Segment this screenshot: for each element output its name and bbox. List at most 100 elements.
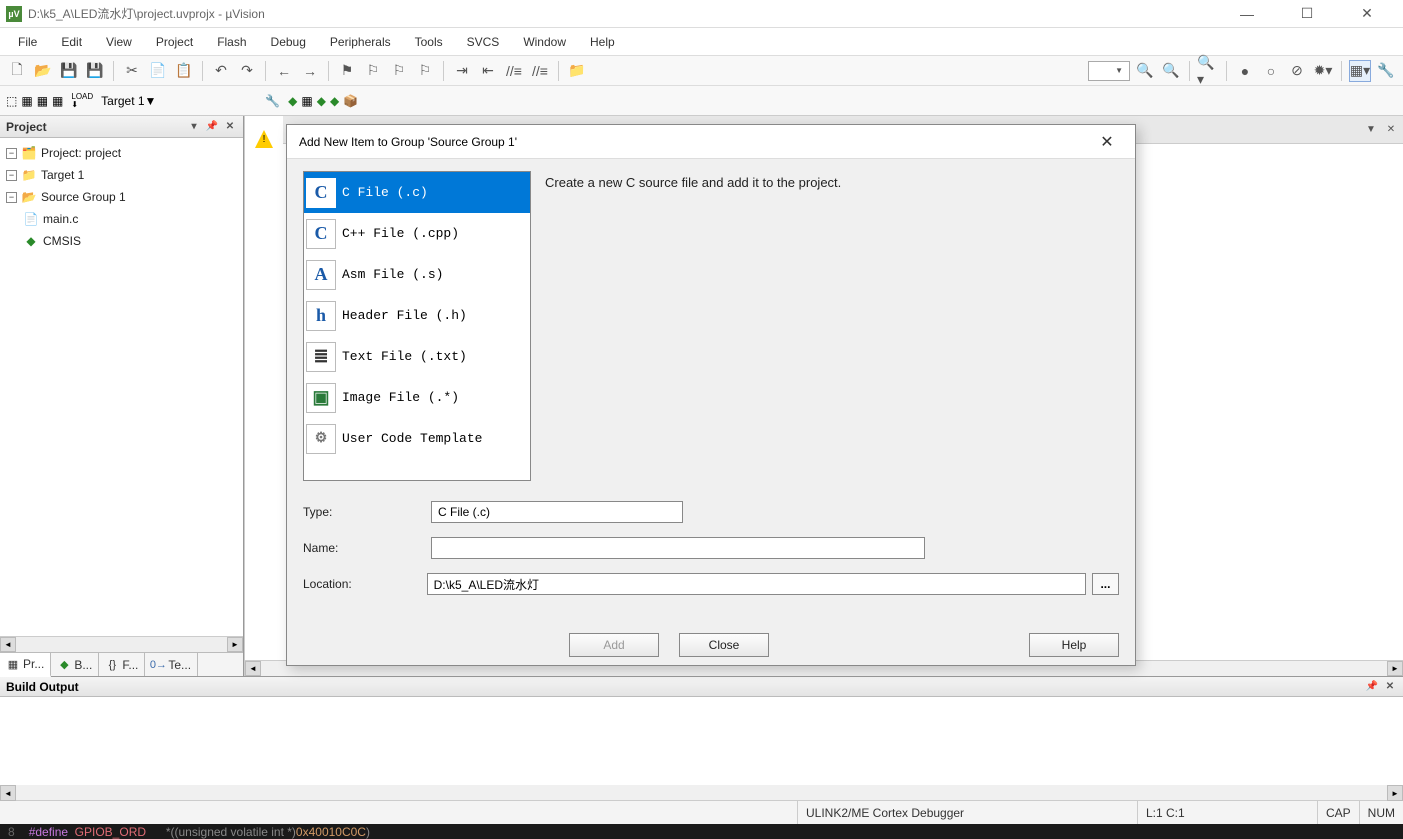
add-button[interactable]: Add <box>569 633 659 657</box>
name-input[interactable] <box>431 537 925 559</box>
breakpoint-kill-icon[interactable]: ✹▾ <box>1312 60 1334 82</box>
incremental-find-icon[interactable]: 🔍 <box>1160 60 1182 82</box>
tree-cmsis[interactable]: ◆ CMSIS <box>2 230 241 252</box>
nav-back-icon[interactable]: ← <box>273 60 295 82</box>
expand-icon[interactable]: − <box>6 192 17 203</box>
outdent-icon[interactable]: ⇤ <box>477 60 499 82</box>
bookmark-flag-icon[interactable]: ⚑ <box>336 60 358 82</box>
save-icon[interactable]: 💾 <box>58 60 80 82</box>
dialog-close-icon[interactable]: ✕ <box>1091 132 1123 152</box>
type-text-file[interactable]: ≣ Text File (.txt) <box>304 336 530 377</box>
panel-dropdown-icon[interactable]: ▾ <box>187 120 201 134</box>
nav-forward-icon[interactable]: → <box>299 60 321 82</box>
manage-rte-icon5[interactable]: 📦 <box>343 94 358 108</box>
close-button[interactable]: ✕ <box>1347 2 1387 26</box>
find-icon[interactable]: 🔍 <box>1134 60 1156 82</box>
indent-icon[interactable]: ⇥ <box>451 60 473 82</box>
scroll-right-icon[interactable]: ► <box>1387 785 1403 801</box>
configure-icon[interactable]: 🔧 <box>1375 60 1397 82</box>
location-input[interactable] <box>427 573 1086 595</box>
tree-target[interactable]: − 📁 Target 1 <box>2 164 241 186</box>
redo-icon[interactable]: ↷ <box>236 60 258 82</box>
type-image-file[interactable]: ▣ Image File (.*) <box>304 377 530 418</box>
uncomment-icon[interactable]: //≡ <box>529 60 551 82</box>
find-in-files-icon[interactable]: 📁 <box>566 60 588 82</box>
breakpoint-disable-icon[interactable]: ⊘ <box>1286 60 1308 82</box>
debug-config-icon[interactable]: 🔍▾ <box>1197 60 1219 82</box>
tree-file-main[interactable]: 📄 main.c <box>2 208 241 230</box>
scroll-left-icon[interactable]: ◄ <box>0 637 16 652</box>
breakpoint-enable-icon[interactable]: ○ <box>1260 60 1282 82</box>
tab-functions[interactable]: {}F... <box>99 653 145 676</box>
manage-rte-icon3[interactable]: ◆ <box>317 94 326 108</box>
menu-window[interactable]: Window <box>513 31 576 53</box>
bookmark-next-icon[interactable]: ⚐ <box>388 60 410 82</box>
expand-icon[interactable]: − <box>6 170 17 181</box>
editor-close-icon[interactable]: ✕ <box>1383 122 1399 138</box>
menu-tools[interactable]: Tools <box>405 31 453 53</box>
tree-hscroll[interactable]: ◄ ► <box>0 636 243 652</box>
browse-button[interactable]: ... <box>1092 573 1119 595</box>
breakpoint-insert-icon[interactable]: ● <box>1234 60 1256 82</box>
panel-pin-icon[interactable]: 📌 <box>205 120 219 134</box>
bookmark-clear-icon[interactable]: ⚐ <box>414 60 436 82</box>
type-c-file[interactable]: C C File (.c) <box>304 172 530 213</box>
paste-icon[interactable]: 📋 <box>173 60 195 82</box>
menu-help[interactable]: Help <box>580 31 625 53</box>
menu-file[interactable]: File <box>8 31 47 53</box>
download-icon[interactable]: LOAD⬇ <box>71 93 93 109</box>
help-button[interactable]: Help <box>1029 633 1119 657</box>
build-icon[interactable]: ▦ <box>21 94 32 108</box>
build-output-body[interactable] <box>0 697 1403 785</box>
panel-close-icon[interactable]: ✕ <box>1383 680 1397 694</box>
expand-icon[interactable]: − <box>6 148 17 159</box>
tab-project[interactable]: ▦Pr... <box>0 653 51 677</box>
find-combo[interactable]: ▼ <box>1088 61 1130 81</box>
manage-rte-icon1[interactable]: ◆ <box>288 94 297 108</box>
menu-peripherals[interactable]: Peripherals <box>320 31 401 53</box>
menu-edit[interactable]: Edit <box>51 31 92 53</box>
menu-debug[interactable]: Debug <box>261 31 316 53</box>
tab-books[interactable]: ◆B... <box>51 653 99 676</box>
scroll-left-icon[interactable]: ◄ <box>245 661 261 676</box>
batch-build-icon[interactable]: ▦ <box>52 94 63 108</box>
panel-close-icon[interactable]: ✕ <box>223 120 237 134</box>
minimize-button[interactable]: — <box>1227 2 1267 26</box>
menu-project[interactable]: Project <box>146 31 203 53</box>
manage-rte-icon4[interactable]: ◆ <box>330 94 339 108</box>
panel-pin-icon[interactable]: 📌 <box>1365 680 1379 694</box>
menu-flash[interactable]: Flash <box>207 31 256 53</box>
type-cpp-file[interactable]: C C++ File (.cpp) <box>304 213 530 254</box>
undo-icon[interactable]: ↶ <box>210 60 232 82</box>
cut-icon[interactable]: ✂ <box>121 60 143 82</box>
bookmark-prev-icon[interactable]: ⚐ <box>362 60 384 82</box>
type-user-template[interactable]: ⚙ User Code Template <box>304 418 530 459</box>
tab-templates[interactable]: 0→Te... <box>145 653 198 676</box>
scroll-right-icon[interactable]: ► <box>1387 661 1403 676</box>
project-tree[interactable]: − 🗂️ Project: project − 📁 Target 1 − 📂 S… <box>0 138 243 636</box>
save-all-icon[interactable]: 💾 <box>84 60 106 82</box>
window-layout-icon[interactable]: ▦▾ <box>1349 60 1371 82</box>
new-file-icon[interactable]: 🗋 <box>6 60 28 82</box>
rebuild-icon[interactable]: ▦ <box>37 94 48 108</box>
close-button[interactable]: Close <box>679 633 769 657</box>
comment-icon[interactable]: //≡ <box>503 60 525 82</box>
scroll-left-icon[interactable]: ◄ <box>0 785 16 801</box>
file-type-list[interactable]: C C File (.c) C C++ File (.cpp) A Asm Fi… <box>303 171 531 481</box>
target-options-icon[interactable]: 🔧 <box>265 94 280 108</box>
target-combo[interactable]: Target 1▼ <box>101 94 261 108</box>
tree-root[interactable]: − 🗂️ Project: project <box>2 142 241 164</box>
copy-icon[interactable]: 📄 <box>147 60 169 82</box>
type-asm-file[interactable]: A Asm File (.s) <box>304 254 530 295</box>
menu-svcs[interactable]: SVCS <box>457 31 510 53</box>
menu-view[interactable]: View <box>96 31 142 53</box>
tree-group[interactable]: − 📂 Source Group 1 <box>2 186 241 208</box>
open-file-icon[interactable]: 📂 <box>32 60 54 82</box>
maximize-button[interactable]: ☐ <box>1287 2 1327 26</box>
editor-dropdown-icon[interactable]: ▼ <box>1363 122 1379 138</box>
manage-rte-icon2[interactable]: ▦ <box>301 94 312 108</box>
type-header-file[interactable]: h Header File (.h) <box>304 295 530 336</box>
translate-icon[interactable]: ⬚ <box>6 94 17 108</box>
scroll-right-icon[interactable]: ► <box>227 637 243 652</box>
build-output-hscroll[interactable]: ◄ ► <box>0 785 1403 801</box>
